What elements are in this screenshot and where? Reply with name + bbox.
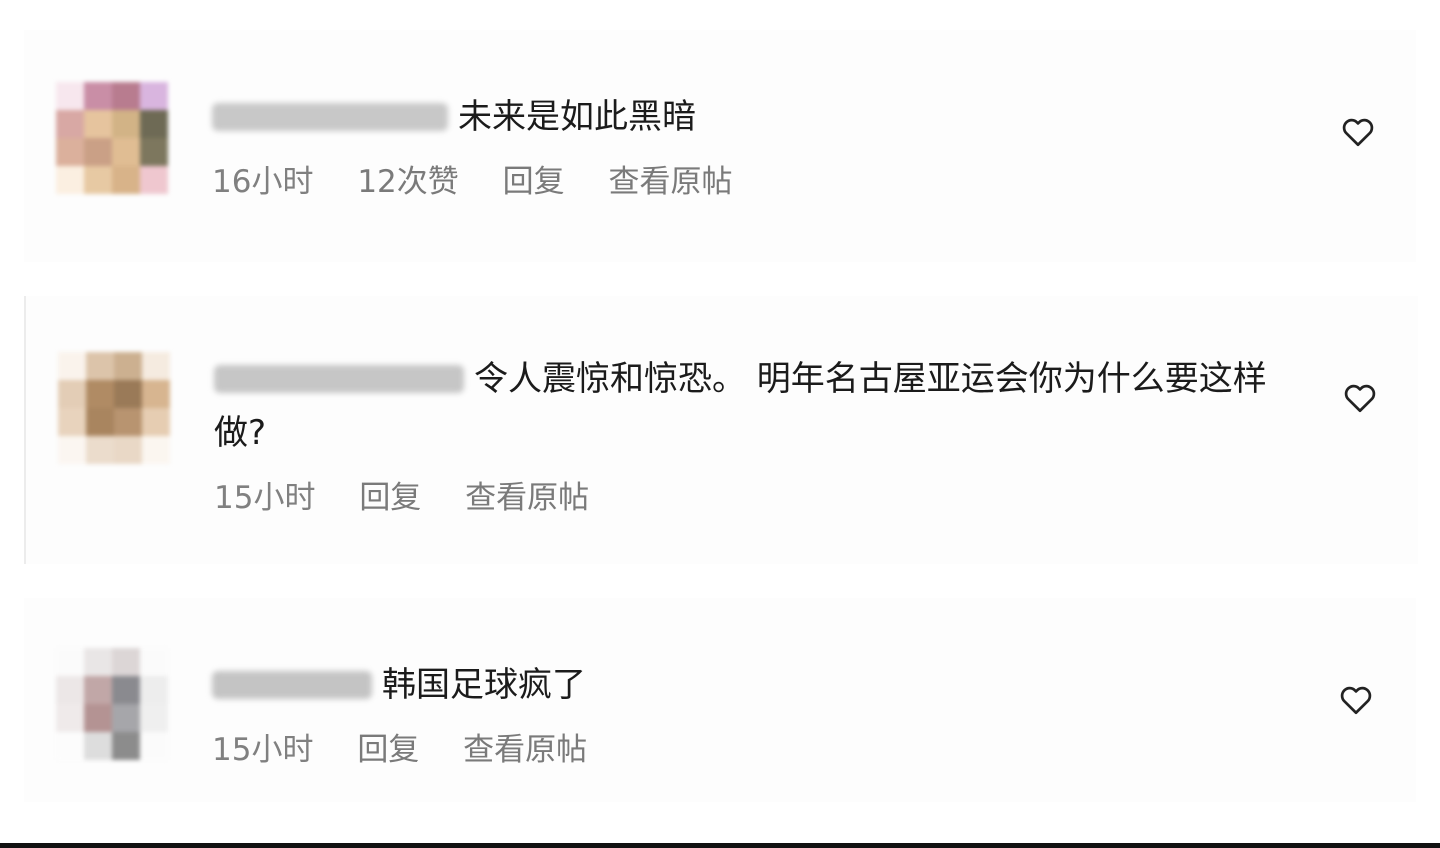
like-count[interactable]: 12次赞 bbox=[357, 164, 458, 200]
bottom-bar bbox=[0, 843, 1440, 848]
username-redacted[interactable] bbox=[212, 671, 372, 699]
avatar[interactable] bbox=[56, 82, 168, 194]
avatar[interactable] bbox=[56, 648, 168, 760]
comment-thread: 未来是如此黑暗 16小时 12次赞 回复 查看原帖 令人震惊和惊恐。 明年名古屋… bbox=[0, 0, 1440, 848]
comment-time: 15小时 bbox=[212, 732, 314, 768]
reply-button[interactable]: 回复 bbox=[357, 732, 419, 768]
comment-content: 令人震惊和惊恐。 明年名古屋亚运会你为什么要这样做? 15小时 回复 查看原帖 bbox=[214, 352, 1278, 517]
comment-content: 韩国足球疯了 15小时 回复 查看原帖 bbox=[212, 658, 1276, 769]
comment-item: 韩国足球疯了 15小时 回复 查看原帖 bbox=[24, 598, 1416, 802]
comment-text: 韩国足球疯了 bbox=[382, 665, 586, 705]
view-original-link[interactable]: 查看原帖 bbox=[608, 164, 732, 200]
reply-button[interactable]: 回复 bbox=[359, 480, 421, 516]
comment-content: 未来是如此黑暗 16小时 12次赞 回复 查看原帖 bbox=[212, 90, 1276, 201]
username-redacted[interactable] bbox=[212, 103, 448, 131]
username-redacted[interactable] bbox=[214, 365, 464, 393]
comment-meta: 15小时 回复 查看原帖 bbox=[214, 472, 1278, 517]
comment-text: 未来是如此黑暗 bbox=[458, 97, 696, 137]
comment-time: 16小时 bbox=[212, 164, 314, 200]
comment-time: 15小时 bbox=[214, 480, 316, 516]
heart-outline-icon[interactable] bbox=[1340, 114, 1376, 150]
heart-outline-icon[interactable] bbox=[1338, 682, 1374, 718]
comment-item: 未来是如此黑暗 16小时 12次赞 回复 查看原帖 bbox=[24, 30, 1416, 262]
comment-meta: 15小时 回复 查看原帖 bbox=[212, 724, 1276, 769]
heart-outline-icon[interactable] bbox=[1342, 380, 1378, 416]
reply-button[interactable]: 回复 bbox=[503, 164, 565, 200]
comment-meta: 16小时 12次赞 回复 查看原帖 bbox=[212, 156, 1276, 201]
view-original-link[interactable]: 查看原帖 bbox=[465, 480, 589, 516]
view-original-link[interactable]: 查看原帖 bbox=[463, 732, 587, 768]
comment-item: 令人震惊和惊恐。 明年名古屋亚运会你为什么要这样做? 15小时 回复 查看原帖 bbox=[24, 296, 1418, 564]
avatar[interactable] bbox=[58, 352, 170, 464]
